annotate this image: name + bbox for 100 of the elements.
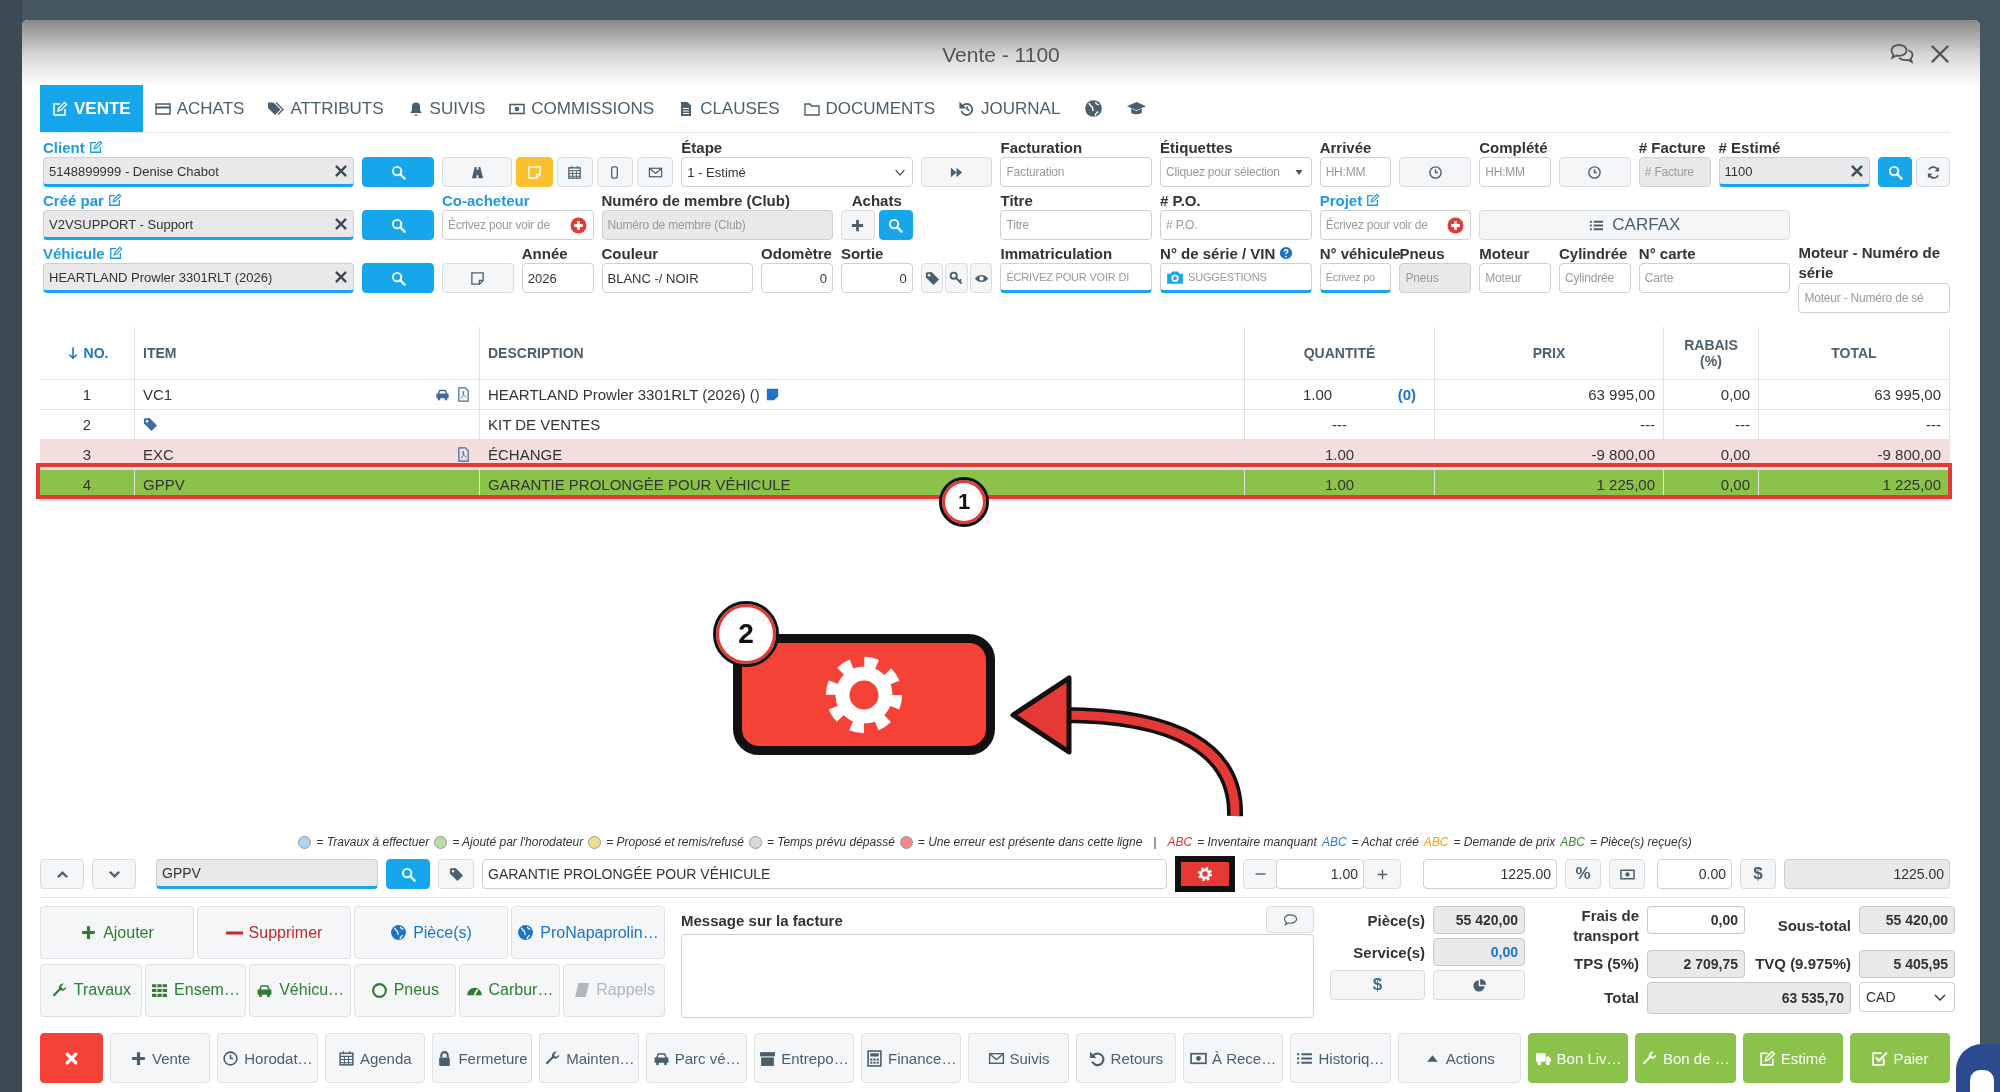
input-field[interactable]: 0 [761,263,833,293]
search-button[interactable] [878,210,913,240]
tab[interactable]: JOURNAL [947,85,1073,132]
column-header[interactable]: TOTAL [1831,345,1877,361]
table-row[interactable]: 1 VC1 HEARTLAND Prowler 3301RLT (2026) () 1.00 (0) 63 995,00 0,00 63 995,00 [40,380,1950,410]
edit-icon[interactable] [88,140,103,154]
toolbar-button[interactable]: Parc vé… [646,1033,747,1083]
close-button[interactable] [40,1033,103,1083]
add-button[interactable] [840,210,875,240]
toolbar-button[interactable]: Agenda [324,1033,425,1083]
road-button[interactable] [441,157,513,187]
input-field[interactable]: 2026 [521,263,594,293]
search-button[interactable] [386,859,430,889]
refresh-button[interactable] [1916,157,1950,187]
column-header[interactable]: PRIX [1532,345,1566,361]
amount-field[interactable]: 0,00 [1647,906,1745,934]
view-button[interactable] [969,263,993,293]
toolbar-button[interactable]: Fermeture [431,1033,533,1083]
tab[interactable]: DOCUMENTS [791,85,948,132]
input-field[interactable]: 1100 [1718,157,1871,187]
move-down-button[interactable] [92,859,136,889]
chart-button[interactable] [1433,970,1525,1000]
forward-button[interactable] [920,157,993,187]
dollar-button[interactable]: $ [1330,970,1425,1000]
percent-button[interactable]: % [1565,859,1601,889]
dollar-button[interactable]: $ [1740,859,1776,889]
column-header[interactable]: DESCRIPTION [488,345,584,361]
action-button[interactable]: Carbur… [458,963,561,1017]
phone-button[interactable] [596,157,634,187]
input-field[interactable]: GARANTIE PROLONGÉE POUR VÉHICULE [482,859,1167,889]
dropdown[interactable]: 1 - Estimé [681,157,913,187]
action-button[interactable]: Supprimer [197,906,351,959]
toolbar-button[interactable]: Finance… [861,1033,962,1083]
input-field[interactable]: BLANC -/ NOIR [601,263,754,293]
column-header[interactable]: QUANTITÉ [1303,345,1376,361]
input-field[interactable]: V2VSUPPORT - Support [43,210,355,240]
toolbar-button[interactable]: Retours [1075,1033,1176,1083]
tab[interactable]: COMMISSIONS [497,85,667,132]
add-icon[interactable] [569,216,587,234]
clear-icon[interactable] [1850,164,1865,178]
column-header[interactable]: ITEM [143,345,177,361]
edit-icon[interactable] [1366,193,1381,207]
search-button[interactable] [1878,157,1913,187]
column-header[interactable]: NO. [83,345,109,361]
toolbar-button[interactable]: Horodat… [217,1033,318,1083]
chat-launcher-button[interactable] [1956,1044,2000,1092]
toolbar-button[interactable]: Vente [110,1033,211,1083]
message-field[interactable] [681,934,1314,1018]
note-button[interactable] [441,263,514,293]
carfax-button[interactable]: CARFAX [1479,210,1791,240]
input-field[interactable]: GPPV [156,859,378,889]
action-button[interactable]: Ajouter [40,906,194,959]
time-button[interactable] [1399,157,1472,187]
clear-icon[interactable] [334,164,349,178]
input-field[interactable]: 0 [840,263,913,293]
toolbar-button[interactable]: Entrepo… [753,1033,855,1083]
action-button[interactable]: Pneus [354,963,456,1017]
money-button[interactable] [1609,859,1645,889]
input-field[interactable]: 1225.00 [1423,859,1557,889]
search-button[interactable] [362,263,434,293]
input-field[interactable]: 1225.00 [1784,859,1950,889]
tag-button[interactable] [438,859,474,889]
comments-icon[interactable] [1890,42,1914,66]
add-icon[interactable] [1447,216,1465,234]
clear-icon[interactable] [334,217,349,231]
action-button[interactable]: Travaux [40,963,142,1017]
currency-dropdown[interactable]: CAD [1859,982,1955,1012]
toolbar-button[interactable]: À Rece… [1182,1033,1284,1083]
time-button[interactable] [1559,157,1631,187]
action-button[interactable]: Véhicu… [249,963,351,1017]
search-button[interactable] [362,157,434,187]
action-button[interactable]: Ensem… [144,963,247,1017]
input-field[interactable]: HEARTLAND Prowler 3301RLT (2026) [43,263,355,293]
mail-button[interactable] [637,157,674,187]
count-link[interactable]: (0) [1397,386,1416,403]
search-button[interactable] [362,210,434,240]
action-button[interactable]: Pièce(s) [354,906,508,959]
close-icon[interactable] [1928,42,1952,66]
tab[interactable]: ATTRIBUTS [256,85,396,132]
column-header[interactable]: RABAIS (%) [1672,337,1750,369]
tab[interactable]: CLAUSES [666,85,792,132]
input-field[interactable]: 0.00 [1657,859,1732,889]
tag-button[interactable] [920,263,944,293]
action-button[interactable]: ProNapaprolin… [511,906,665,959]
tab[interactable]: ACHATS [142,85,257,132]
tab[interactable]: SUIVIS [395,85,498,132]
table-row[interactable]: 2 KIT DE VENTES --- --- --- --- [40,410,1950,440]
comment-button[interactable] [1266,906,1314,933]
calendar-button[interactable] [556,157,593,187]
edit-icon[interactable] [108,246,123,260]
toolbar-button[interactable]: Suivis [968,1033,1069,1083]
key-button[interactable] [945,263,968,293]
toolbar-button[interactable]: Actions [1397,1033,1521,1083]
toolbar-button[interactable]: Mainten… [539,1033,640,1083]
move-up-button[interactable] [40,859,84,889]
toolbar-button[interactable]: Historiq… [1290,1033,1391,1083]
globe-icon[interactable] [1084,99,1104,118]
clear-icon[interactable] [334,270,349,284]
input-field[interactable]: 5148899999 - Denise Chabot [43,157,355,187]
settings-button[interactable] [1175,856,1235,892]
